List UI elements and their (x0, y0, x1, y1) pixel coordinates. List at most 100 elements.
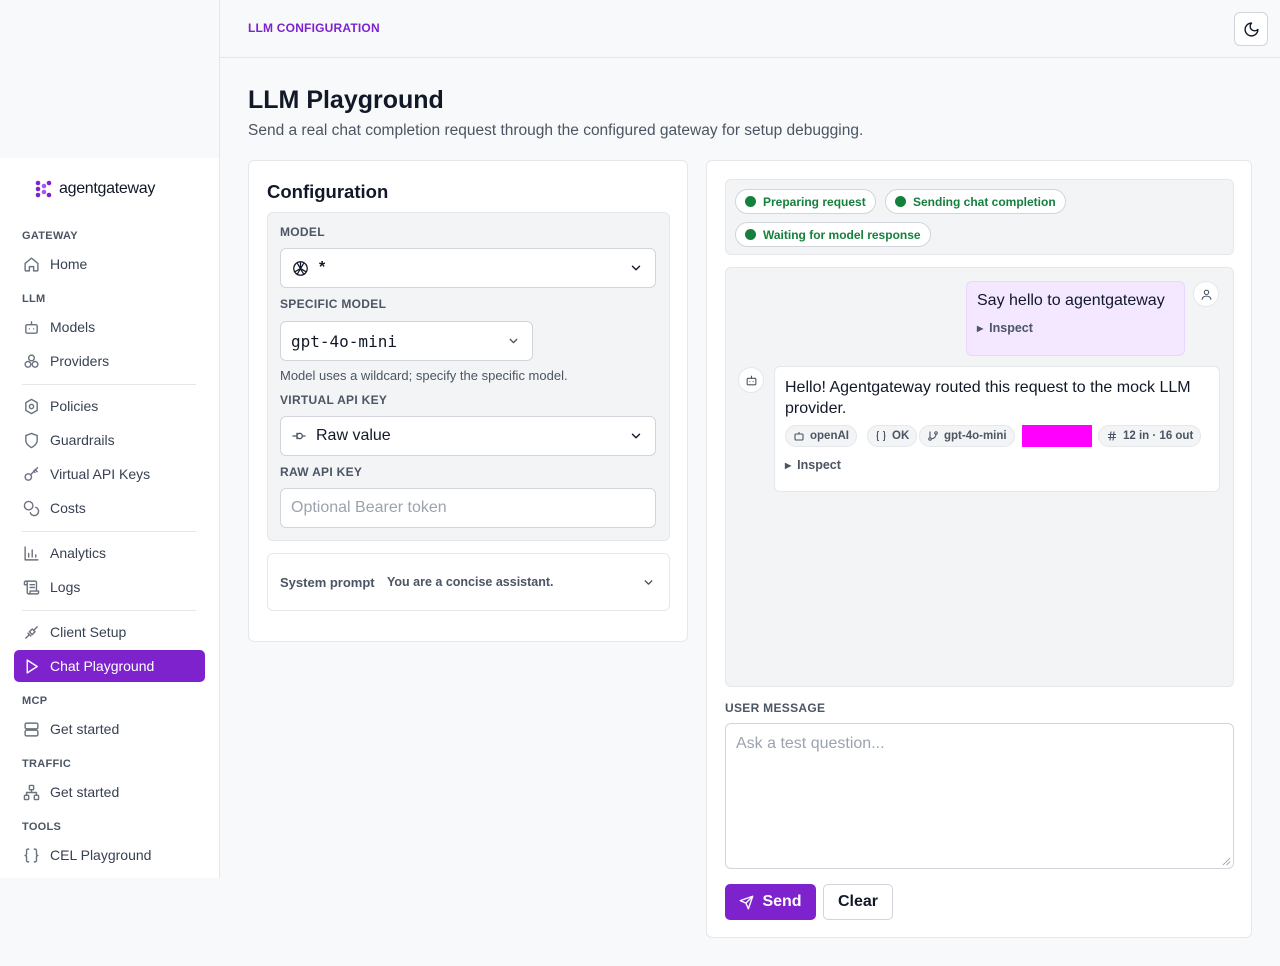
sidebar-item-providers[interactable]: Providers (14, 345, 205, 377)
raw-api-key-input[interactable]: Optional Bearer token (280, 488, 656, 528)
user-message-label: USER MESSAGE (725, 701, 826, 715)
shield-icon (25, 432, 38, 448)
model-chip: gpt-4o-mini (919, 425, 1015, 447)
status-label: Sending chat completion (913, 194, 1056, 209)
clear-label: Clear (837, 893, 879, 910)
sidebar-item-client-setup[interactable]: Client Setup (14, 616, 205, 648)
sidebar-divider (22, 384, 196, 385)
status-dot-icon (895, 196, 906, 207)
model-select-value: * (319, 259, 326, 276)
user-message-text: Say hello to agentgateway (977, 292, 1165, 309)
sidebar-item-label: Client Setup (50, 624, 127, 640)
send-button[interactable]: Send (725, 884, 816, 920)
inspect-label: Inspect (989, 321, 1033, 335)
hash-icon (1108, 431, 1116, 441)
model-select[interactable]: * (280, 248, 656, 288)
system-prompt-label: System prompt (280, 575, 375, 590)
raw-api-key-label: RAW API KEY (280, 465, 363, 479)
key-icon (24, 466, 39, 481)
clear-button[interactable]: Clear (823, 884, 893, 920)
assistant-message-bubble: Hello! Agentgateway routed this request … (774, 366, 1220, 492)
status-pill: Preparing request (735, 189, 876, 214)
response-status-value: OK (892, 430, 910, 442)
bot-icon (746, 375, 756, 385)
sidebar-item-models[interactable]: Models (14, 311, 205, 343)
sidebar-item-analytics[interactable]: Analytics (14, 537, 205, 569)
sidebar-item-chat-playground[interactable]: Chat Playground (14, 650, 205, 682)
sidebar-item-label: Get started (50, 721, 120, 737)
moon-icon (1243, 21, 1259, 37)
server-icon (24, 721, 39, 737)
resize-handle-icon[interactable] (1222, 857, 1231, 866)
sidebar-item-policies[interactable]: Policies (14, 390, 205, 422)
sidebar-item-label: Policies (50, 398, 99, 414)
braces-icon (24, 847, 39, 863)
sidebar-item-logs[interactable]: Logs (14, 571, 205, 603)
breadcrumb: LLM CONFIGURATION (248, 21, 380, 35)
user-message-bubble: Say hello to agentgateway ▶ Inspect (966, 281, 1185, 356)
page-subtitle: Send a real chat completion request thro… (248, 122, 864, 139)
sidebar-divider (22, 531, 196, 532)
chevron-down-icon (644, 580, 653, 585)
chat-transcript: Say hello to agentgateway ▶ Inspect Hell… (725, 267, 1234, 687)
chevron-down-icon (509, 338, 518, 344)
openai-icon (293, 260, 308, 276)
sidebar-item-label: Analytics (50, 545, 107, 561)
triangle-right-icon: ▶ (977, 323, 984, 333)
status-pill: Sending chat completion (885, 189, 1066, 214)
sidebar-item-costs[interactable]: Costs (14, 492, 205, 524)
sidebar-item-traffic-get-started[interactable]: Get started (14, 776, 205, 808)
sidebar-item-mcp-get-started[interactable]: Get started (14, 713, 205, 745)
user-message-input[interactable]: Ask a test question... (725, 723, 1234, 869)
assistant-avatar (738, 367, 764, 393)
section-label-llm: LLM (22, 293, 46, 305)
virtual-api-key-value: Raw value (316, 427, 391, 444)
assistant-message-text: Hello! Agentgateway routed this request … (785, 379, 1191, 417)
home-icon (24, 256, 39, 272)
assistant-inspect-toggle[interactable]: ▶ Inspect (785, 458, 841, 472)
system-prompt-toggle[interactable]: System prompt You are a concise assistan… (267, 553, 670, 611)
token-usage-value: 12 in · 16 out (1123, 430, 1194, 442)
brand-logo[interactable]: agentgateway (34, 180, 155, 198)
send-icon (740, 895, 754, 909)
status-dot-icon (745, 196, 756, 207)
response-status-chip: OK (867, 425, 918, 447)
bot-icon (25, 320, 38, 334)
model-label: MODEL (280, 225, 325, 239)
specific-model-value: gpt-4o-mini (291, 331, 397, 351)
sidebar-item-label: Logs (50, 579, 81, 595)
user-message-placeholder: Ask a test question... (736, 735, 885, 752)
request-status-panel: Preparing request Sending chat completio… (725, 179, 1234, 255)
triangle-right-icon: ▶ (785, 460, 792, 470)
sidebar-divider (22, 610, 196, 611)
redacted-block (1022, 425, 1092, 447)
sidebar-item-guardrails[interactable]: Guardrails (14, 424, 205, 456)
sidebar-item-label: Models (50, 319, 96, 335)
inspect-label: Inspect (797, 458, 841, 472)
sidebar-item-virtual-api-keys[interactable]: Virtual API Keys (14, 458, 205, 490)
brand-name: agentgateway (59, 180, 156, 197)
provider-chip: openAI (785, 425, 857, 447)
specific-model-select[interactable]: gpt-4o-mini (280, 321, 533, 361)
status-pill: Waiting for model response (735, 222, 931, 247)
status-dot-icon (745, 229, 756, 240)
sidebar-item-label: Costs (50, 500, 86, 516)
theme-toggle-button[interactable] (1234, 12, 1268, 46)
virtual-api-key-select[interactable]: Raw value (280, 416, 656, 456)
specific-model-label: SPECIFIC MODEL (280, 297, 387, 311)
sidebar-item-cel-playground[interactable]: CEL Playground (14, 839, 205, 871)
provider-value: openAI (810, 430, 849, 442)
user-inspect-toggle[interactable]: ▶ Inspect (977, 321, 1033, 335)
virtual-api-key-label: VIRTUAL API KEY (280, 393, 388, 407)
sidebar-item-home[interactable]: Home (14, 248, 205, 280)
plug-icon (25, 625, 38, 639)
chevron-down-icon (631, 433, 641, 439)
system-prompt-value: You are a concise assistant. (387, 575, 554, 589)
specific-model-hint: Model uses a wildcard; specify the speci… (280, 368, 568, 383)
policy-icon (25, 398, 38, 414)
play-icon (26, 658, 38, 674)
token-usage-chip: 12 in · 16 out (1098, 425, 1202, 447)
user-icon (1201, 289, 1211, 300)
agentgateway-logo-icon (35, 180, 52, 198)
configuration-title: Configuration (267, 181, 389, 202)
